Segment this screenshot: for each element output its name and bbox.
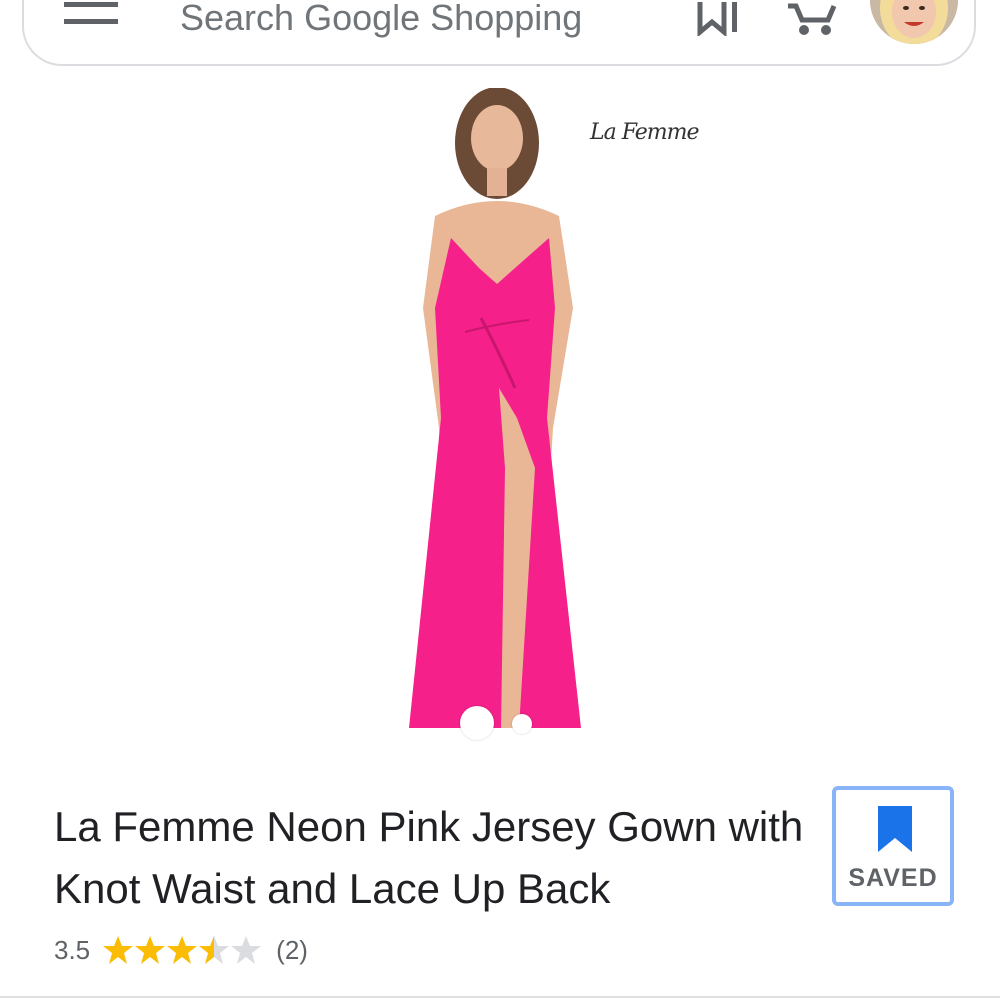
carousel-dot-active[interactable] [460, 706, 494, 740]
product-image[interactable] [395, 88, 725, 758]
star-empty-icon [231, 936, 262, 964]
cart-icon[interactable] [788, 2, 838, 36]
search-bar[interactable]: Search Google Shopping [22, 0, 976, 66]
menu-icon[interactable] [64, 0, 122, 26]
review-count[interactable]: (2) [276, 935, 308, 966]
star-full-icon [103, 936, 134, 964]
brand-logo: La Femme [590, 120, 700, 145]
bookmark-filled-icon [878, 806, 912, 852]
star-half-icon [199, 936, 230, 964]
avatar[interactable] [870, 0, 958, 44]
star-rating [102, 934, 262, 966]
bookmark-icon[interactable] [696, 2, 746, 36]
star-full-icon [135, 936, 166, 964]
carousel-dot[interactable] [512, 714, 532, 734]
rating-row[interactable]: 3.5 (2) [54, 930, 308, 970]
divider [0, 996, 1000, 998]
search-input[interactable]: Search Google Shopping [180, 0, 582, 38]
star-full-icon [167, 936, 198, 964]
rating-value: 3.5 [54, 934, 91, 965]
product-title: La Femme Neon Pink Jersey Gown with Knot… [54, 803, 804, 912]
save-button[interactable]: SAVED [832, 786, 954, 906]
save-label: SAVED [848, 864, 938, 892]
